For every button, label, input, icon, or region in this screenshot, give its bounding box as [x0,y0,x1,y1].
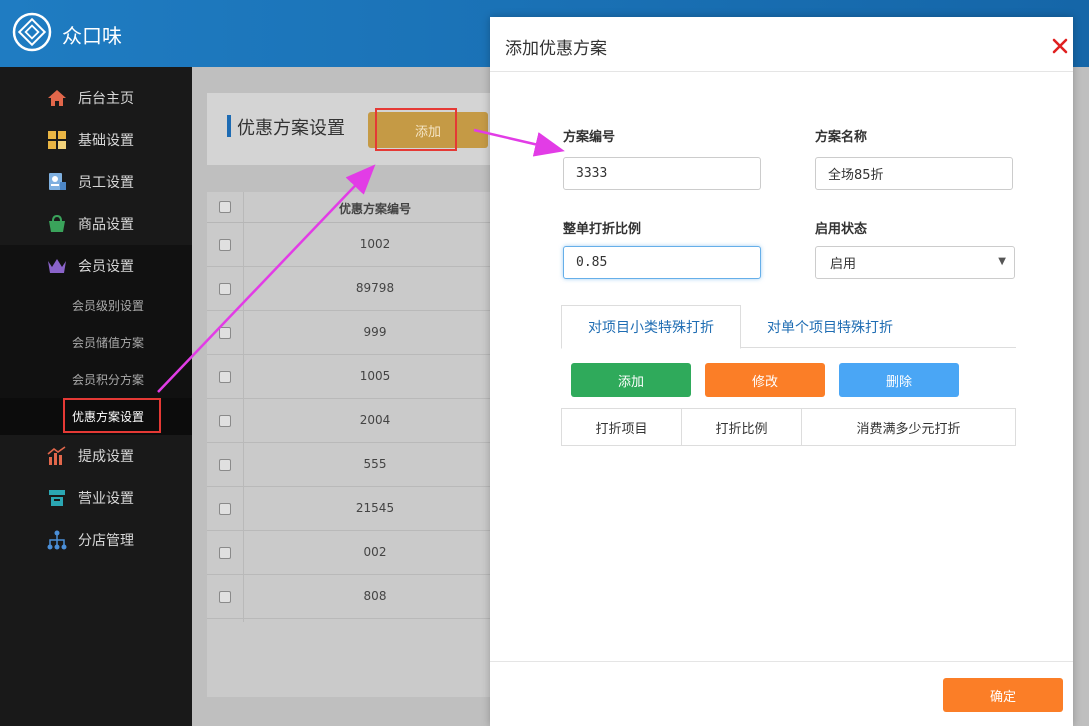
sidebar-item-business[interactable]: 营业设置 [0,477,192,519]
table-row[interactable]: 21545 [207,487,507,531]
column-header-ratio: 打折比例 [682,409,802,445]
status-select[interactable]: 启用 ▼ [815,246,1015,279]
sidebar-item-label: 后台主页 [78,91,134,107]
sidebar-item-label: 商品设置 [78,217,134,233]
add-row-button[interactable]: 添加 [571,363,691,397]
select-all-checkbox[interactable] [219,201,231,213]
table-row[interactable]: 555 [207,443,507,487]
home-icon [46,87,68,109]
scheme-code-label: 方案编号 [563,130,616,145]
logo-icon [12,12,52,52]
tab-category-discount[interactable]: 对项目小类特殊打折 [561,305,741,349]
table-row[interactable]: 002 [207,531,507,575]
sidebar-item-basic[interactable]: 基础设置 [0,119,192,161]
discount-items-table: 打折项目 打折比例 消费满多少元打折 [561,408,1016,446]
column-header-threshold: 消费满多少元打折 [856,421,961,437]
table-row[interactable]: 2004 [207,399,507,443]
table-row[interactable]: 1005 [207,355,507,399]
row-checkbox[interactable] [219,503,231,515]
sidebar-item-label: 基础设置 [78,133,134,149]
row-code: 555 [363,457,387,471]
row-code: 002 [363,545,387,559]
sidebar-item-member[interactable]: 会员设置 [0,245,192,287]
sidebar-item-label: 提成设置 [78,449,134,465]
table-header: 优惠方案编号 [207,192,507,223]
sidebar-item-label: 分店管理 [78,533,134,549]
row-checkbox[interactable] [219,239,231,251]
scheme-code-input[interactable] [563,157,761,190]
register-icon [46,487,68,509]
edit-row-button[interactable]: 修改 [705,363,825,397]
row-checkbox[interactable] [219,327,231,339]
bag-icon [46,213,68,235]
tab-item-discount[interactable]: 对单个项目特殊打折 [745,305,915,348]
chart-icon [46,445,68,467]
row-code: 21545 [355,501,395,515]
sidebar-item-commission[interactable]: 提成设置 [0,435,192,477]
table-row[interactable]: 1002 [207,223,507,267]
confirm-button[interactable]: 确定 [943,678,1063,712]
scheme-table: 优惠方案编号 1002 89798 999 1005 2004 555 2154… [207,192,507,697]
status-selected-value: 启用 [830,257,857,272]
page-title: 优惠方案设置 [237,118,345,139]
row-checkbox[interactable] [219,591,231,603]
sidebar-item-branch[interactable]: 分店管理 [0,519,192,561]
sidebar-subitem-member-recharge[interactable]: 会员储值方案 [0,324,192,361]
row-code: 2004 [359,413,391,427]
sidebar-item-staff[interactable]: 员工设置 [0,161,192,203]
sidebar-subitem-member-level[interactable]: 会员级别设置 [0,287,192,324]
row-code: 89798 [355,281,395,295]
column-header-item: 打折项目 [562,409,682,445]
highlight-box-sidebar [63,398,161,433]
modal-header: 添加优惠方案 [490,17,1073,72]
row-checkbox[interactable] [219,283,231,295]
title-accent-bar [227,115,231,137]
sidebar-item-label: 会员设置 [78,259,134,275]
sidebar-item-goods[interactable]: 商品设置 [0,203,192,245]
sidebar-item-label: 员工设置 [78,175,134,191]
highlight-box-add [375,108,457,151]
row-checkbox[interactable] [219,415,231,427]
grid-icon [46,129,68,151]
sidebar-item-home[interactable]: 后台主页 [0,77,192,119]
status-label: 启用状态 [815,222,868,237]
discount-tabs: 对项目小类特殊打折 对单个项目特殊打折 [561,305,1016,349]
delete-row-button[interactable]: 删除 [839,363,959,397]
sidebar: 后台主页 基础设置 员工设置 商品设置 会员设置 会员级别设置 会员储值方案 会… [0,67,192,726]
table-row[interactable]: 808 [207,575,507,619]
branch-icon [46,529,68,551]
chevron-down-icon: ▼ [998,256,1006,267]
row-checkbox[interactable] [219,547,231,559]
row-code: 1005 [359,369,391,383]
staff-icon [46,171,68,193]
close-icon[interactable] [1051,37,1069,55]
discount-ratio-input[interactable] [563,246,761,279]
discount-ratio-label: 整单打折比例 [563,222,642,237]
table-row[interactable]: 89798 [207,267,507,311]
modal-footer: 确定 [490,661,1073,726]
row-code: 999 [363,325,387,339]
scheme-name-label: 方案名称 [815,130,868,145]
row-code: 1002 [359,237,391,251]
sidebar-subitem-member-points[interactable]: 会员积分方案 [0,361,192,398]
row-checkbox[interactable] [219,371,231,383]
modal-title: 添加优惠方案 [505,39,607,59]
add-scheme-modal: 添加优惠方案 方案编号 方案名称 整单打折比例 启用状态 启用 ▼ 对项目小类特… [490,17,1073,726]
row-code: 808 [363,589,387,603]
sidebar-item-label: 营业设置 [78,491,134,507]
brand-name: 众口味 [62,24,122,48]
crown-icon [46,255,68,277]
column-header-code: 优惠方案编号 [338,202,411,216]
table-row[interactable]: 999 [207,311,507,355]
scheme-name-input[interactable] [815,157,1013,190]
row-checkbox[interactable] [219,459,231,471]
